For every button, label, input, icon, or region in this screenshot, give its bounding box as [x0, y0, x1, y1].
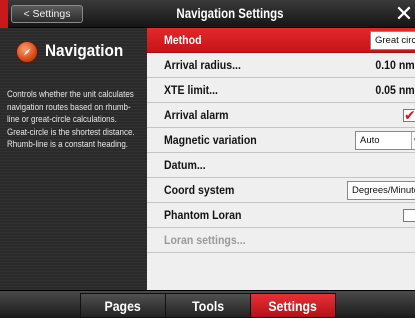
- method-select[interactable]: Great circle: [370, 31, 415, 50]
- magnetic-variation-select[interactable]: Auto ▾: [355, 131, 415, 150]
- row-arrival-alarm[interactable]: Arrival alarm ✔: [147, 103, 415, 128]
- method-value: Great circle: [375, 35, 415, 46]
- phantom-loran-label: Phantom Loran: [164, 208, 242, 222]
- row-coord-system[interactable]: Coord system Degrees/Minutes: [147, 178, 415, 203]
- arrival-radius-label: Arrival radius...: [164, 58, 241, 72]
- xte-limit-value: 0.05 nm: [375, 83, 415, 97]
- settings-list: Method Great circle Arrival radius... 0.…: [147, 28, 415, 290]
- loran-settings-label: Loran settings...: [164, 233, 246, 247]
- method-label: Method: [164, 33, 202, 47]
- close-icon[interactable]: ✕: [392, 2, 415, 26]
- xte-limit-label: XTE limit...: [164, 83, 218, 97]
- coord-system-value: Degrees/Minutes: [352, 185, 415, 196]
- panel-description: Controls whether the unit calculates nav…: [7, 89, 135, 149]
- accent-tab: [0, 0, 8, 28]
- magnetic-variation-value: Auto: [360, 135, 380, 146]
- bottom-tab-bar: Pages Tools Settings: [0, 290, 415, 318]
- description-panel: Navigation Controls whether the unit cal…: [0, 28, 147, 290]
- row-method[interactable]: Method Great circle: [147, 28, 415, 53]
- checkmark-icon: ✔: [404, 107, 415, 123]
- page-title: Navigation Settings: [176, 6, 284, 21]
- row-magnetic-variation[interactable]: Magnetic variation Auto ▾: [147, 128, 415, 153]
- panel-title: Navigation: [45, 41, 124, 60]
- row-phantom-loran[interactable]: Phantom Loran: [147, 203, 415, 228]
- phantom-loran-checkbox[interactable]: [403, 209, 415, 222]
- compass-icon: [16, 41, 38, 63]
- row-datum[interactable]: Datum...: [147, 153, 415, 178]
- chevron-down-icon: ▾: [411, 132, 415, 149]
- back-to-settings-button[interactable]: < Settings: [11, 5, 83, 23]
- title-bar: < Settings Navigation Settings ✕: [0, 0, 415, 28]
- tab-pages[interactable]: Pages: [80, 293, 166, 318]
- row-loran-settings: Loran settings...: [147, 228, 415, 253]
- row-xte-limit[interactable]: XTE limit... 0.05 nm: [147, 78, 415, 103]
- tab-settings[interactable]: Settings: [250, 293, 336, 318]
- coord-system-select[interactable]: Degrees/Minutes: [347, 181, 415, 200]
- arrival-alarm-checkbox[interactable]: ✔: [403, 107, 415, 123]
- tab-tools[interactable]: Tools: [165, 293, 251, 318]
- magnetic-variation-label: Magnetic variation: [164, 133, 257, 147]
- arrival-alarm-label: Arrival alarm: [164, 108, 229, 122]
- row-arrival-radius[interactable]: Arrival radius... 0.10 nm: [147, 53, 415, 78]
- coord-system-label: Coord system: [164, 183, 235, 197]
- datum-label: Datum...: [164, 158, 206, 172]
- arrival-radius-value: 0.10 nm: [375, 58, 415, 72]
